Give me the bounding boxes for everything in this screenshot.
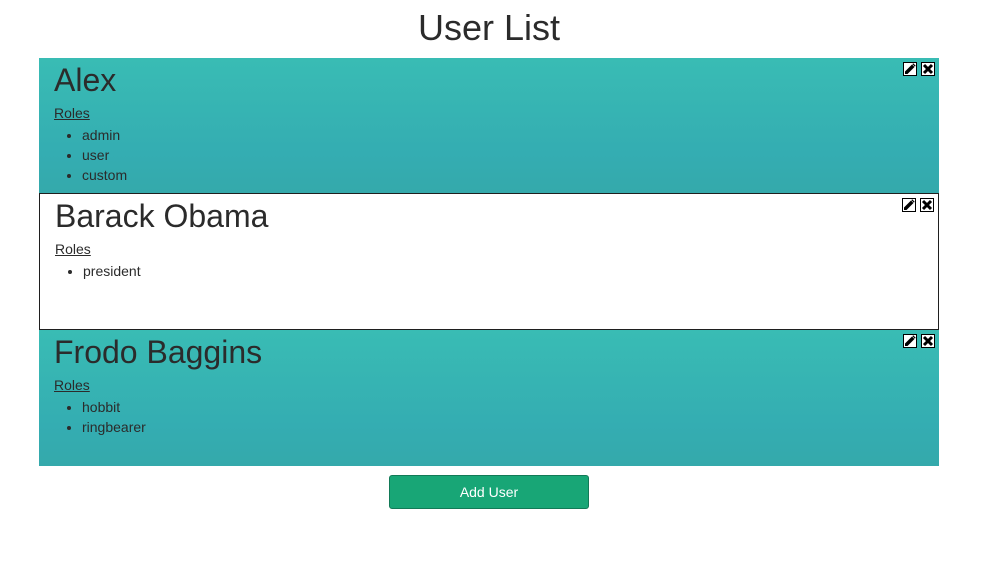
pencil-icon (905, 63, 916, 74)
role-item: ringbearer (82, 417, 924, 437)
roles-list: hobbit ringbearer (54, 397, 924, 437)
pencil-icon (904, 199, 915, 210)
pencil-icon (905, 335, 916, 346)
user-name: Alex (54, 62, 117, 98)
user-card: Alex Roles admin user custom (39, 58, 939, 194)
role-item: admin (82, 125, 924, 145)
card-actions (903, 62, 935, 76)
delete-user-button[interactable] (920, 198, 934, 212)
user-list: Alex Roles admin user custom Barack Obam… (39, 58, 939, 466)
role-item: hobbit (82, 397, 924, 417)
close-icon (921, 199, 933, 211)
edit-user-button[interactable] (903, 62, 917, 76)
roles-list: admin user custom (54, 125, 924, 185)
card-actions (902, 198, 934, 212)
close-icon (922, 335, 934, 347)
delete-user-button[interactable] (921, 62, 935, 76)
edit-user-button[interactable] (903, 334, 917, 348)
role-item: user (82, 145, 924, 165)
user-name: Barack Obama (55, 198, 269, 234)
role-item: president (83, 261, 923, 281)
roles-link[interactable]: Roles (55, 240, 91, 258)
user-name: Frodo Baggins (54, 334, 263, 370)
roles-link[interactable]: Roles (54, 376, 90, 394)
user-card: Barack Obama Roles president (39, 193, 939, 330)
role-item: custom (82, 165, 924, 185)
edit-user-button[interactable] (902, 198, 916, 212)
roles-list: president (55, 261, 923, 281)
delete-user-button[interactable] (921, 334, 935, 348)
user-card: Frodo Baggins Roles hobbit ringbearer (39, 330, 939, 466)
card-actions (903, 334, 935, 348)
page-title: User List (417, 7, 561, 48)
add-user-button[interactable]: Add User (389, 475, 589, 509)
close-icon (922, 63, 934, 75)
roles-link[interactable]: Roles (54, 104, 90, 122)
